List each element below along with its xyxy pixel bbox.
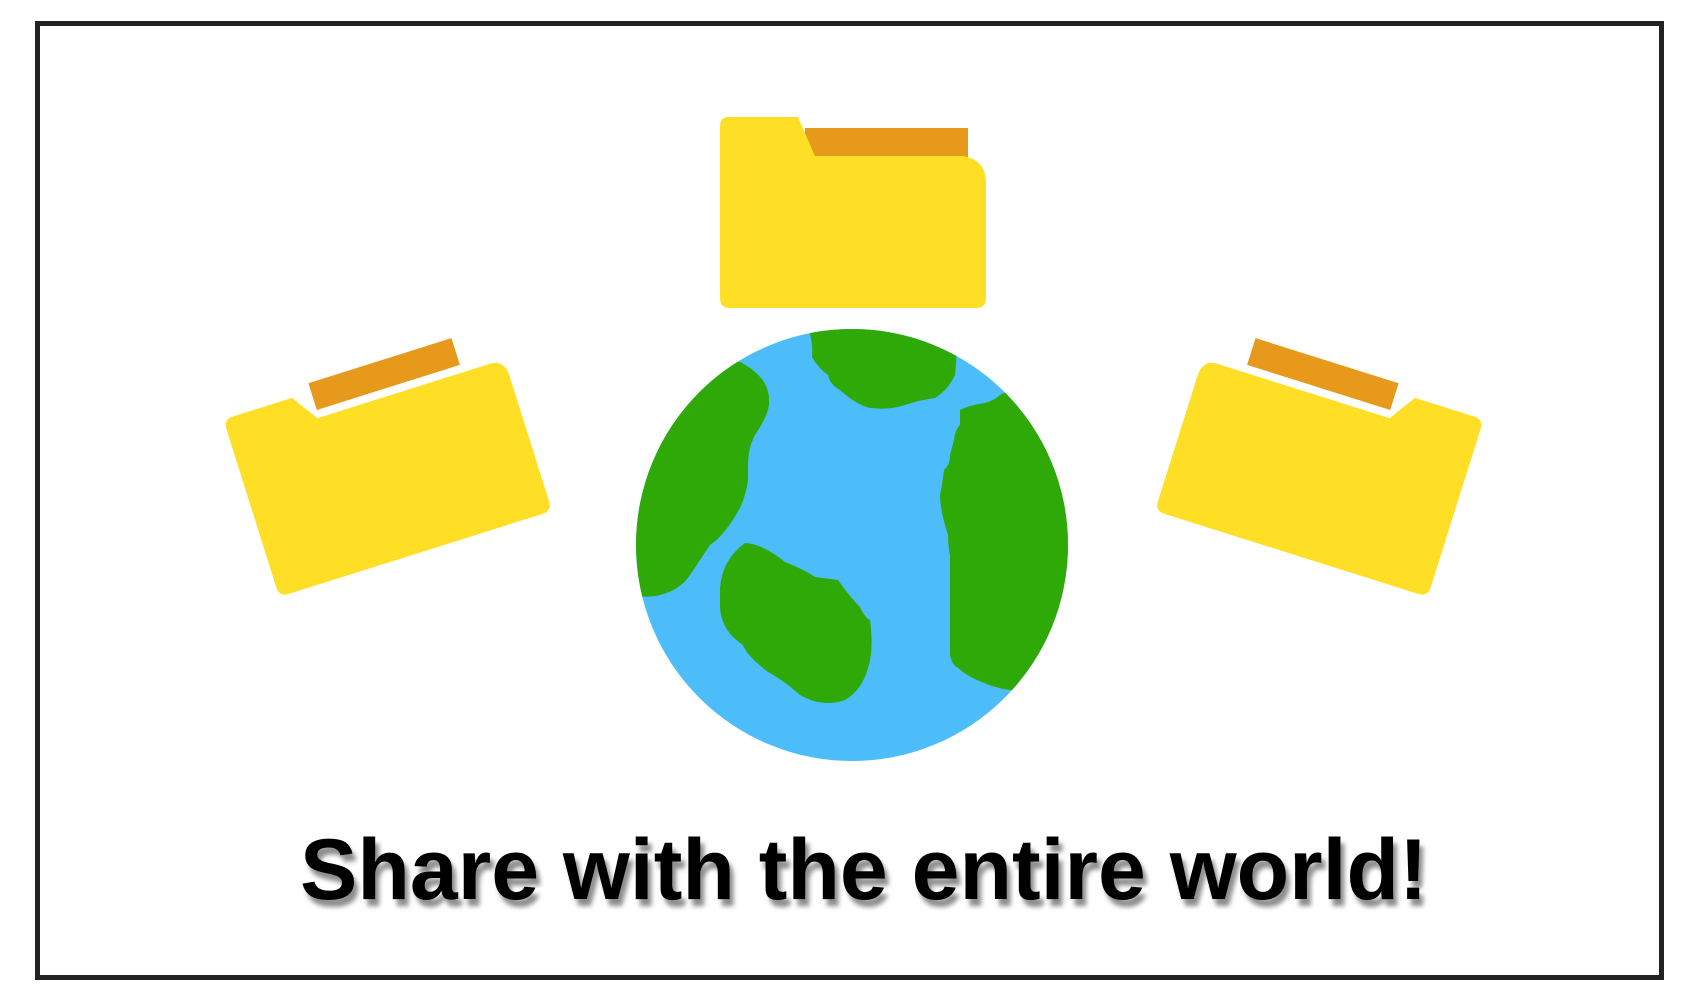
folder-icon bbox=[223, 338, 550, 595]
folder-icon bbox=[720, 117, 986, 308]
globe-icon bbox=[636, 329, 1068, 761]
folder-icon bbox=[1157, 338, 1484, 595]
headline: Share with the entire world! bbox=[300, 822, 1428, 918]
